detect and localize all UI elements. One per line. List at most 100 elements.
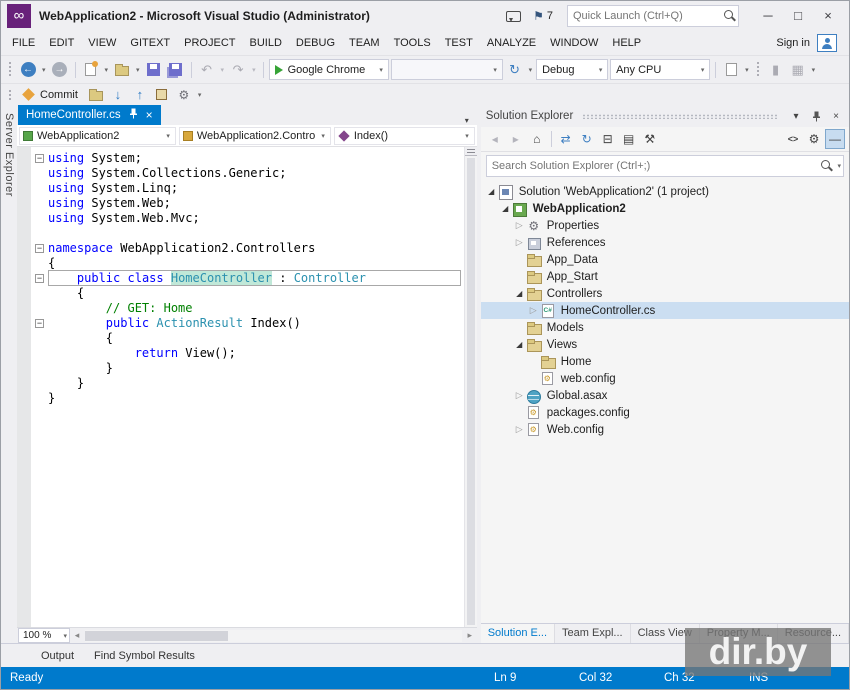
undo-caret[interactable]: ▾ [219,66,227,74]
configuration-select[interactable]: Debug ▾ [536,59,608,80]
browse-repository-button[interactable] [86,85,106,105]
search-icon[interactable] [817,157,835,175]
undo-button[interactable]: ↶ [197,60,217,80]
panel-tab-solution-e[interactable]: Solution E... [481,624,555,643]
close-tab-icon[interactable]: × [146,109,153,121]
code-line-6[interactable] [31,226,464,241]
navigate-back-button[interactable]: ← [18,60,38,80]
navigate-back-caret[interactable]: ▾ [40,66,48,74]
quick-launch-input[interactable] [568,10,720,22]
start-debug-button[interactable]: Google Chrome ▾ [269,59,389,80]
properties-icon[interactable]: ⚒ [640,129,660,149]
collapse-icon[interactable]: ◢ [513,289,526,298]
menu-view[interactable]: VIEW [81,33,123,53]
tree-item-global-asax[interactable]: ▷Global.asax [481,387,849,404]
redo-caret[interactable]: ▾ [250,66,258,74]
menu-file[interactable]: FILE [5,33,42,53]
toolbar-grip[interactable] [756,61,761,78]
code-line-15[interactable]: } [31,361,464,376]
code-line-3[interactable]: using System.Linq; [31,181,464,196]
menu-debug[interactable]: DEBUG [289,33,342,53]
expand-icon[interactable]: ▷ [513,220,526,231]
tree-item-app-start[interactable]: App_Start [481,268,849,285]
collapse-region-icon[interactable]: − [35,244,44,253]
menu-help[interactable]: HELP [605,33,648,53]
window-position-caret[interactable]: ▾ [788,108,804,124]
wrench-icon[interactable]: ⚙ [804,129,824,149]
sync-with-active-document-icon[interactable]: ⇄ [556,129,576,149]
git-settings-button[interactable]: ⚙ [174,85,194,105]
menu-team[interactable]: TEAM [342,33,387,53]
minimize-button[interactable]: ─ [755,5,781,27]
tree-item-app-data[interactable]: App_Data [481,251,849,268]
breakpoint-margin[interactable] [17,147,31,627]
vertical-scrollbar-thumb[interactable] [467,158,475,625]
preview-selected-items-icon[interactable]: — [825,129,845,149]
save-all-button[interactable] [166,60,186,80]
tree-item-controllers[interactable]: ◢Controllers [481,285,849,302]
new-file-button[interactable] [81,60,101,80]
open-file-button[interactable] [112,60,132,80]
tree-item-references[interactable]: ▷References [481,234,849,251]
class-dropdown[interactable]: WebApplication2.Controllers ▾ [179,127,331,145]
tree-item-properties[interactable]: ▷⚙Properties [481,217,849,234]
menu-edit[interactable]: EDIT [42,33,81,53]
tree-item-packages-config[interactable]: ⚙packages.config [481,404,849,421]
collapse-icon[interactable]: ◢ [499,204,512,213]
code-line-9[interactable]: − public class HomeController : Controll… [31,271,464,286]
code-line-13[interactable]: { [31,331,464,346]
code-line-4[interactable]: using System.Web; [31,196,464,211]
code-line-16[interactable]: } [31,376,464,391]
code-line-7[interactable]: −namespace WebApplication2.Controllers [31,241,464,256]
collapse-icon[interactable]: ◢ [485,187,498,196]
browser-link-caret[interactable]: ▾ [527,66,535,74]
code-line-11[interactable]: // GET: Home [31,301,464,316]
code-line-8[interactable]: { [31,256,464,271]
find-in-files-button[interactable] [721,60,741,80]
scroll-right-arrow[interactable]: ▸ [463,630,477,641]
platform-select[interactable]: Any CPU ▾ [610,59,710,80]
push-button[interactable]: ↑ [130,85,150,105]
expand-icon[interactable]: ▷ [527,305,540,316]
solution-tree[interactable]: ◢Solution 'WebApplication2' (1 project)◢… [481,180,849,623]
toolbar-grip[interactable] [8,61,13,78]
menu-build[interactable]: BUILD [243,33,289,53]
search-input[interactable] [487,160,818,172]
expand-icon[interactable]: ▷ [513,237,526,248]
code-line-12[interactable]: − public ActionResult Index() [31,316,464,331]
git-toolbar-overflow-caret[interactable]: ▾ [196,91,204,99]
search-icon[interactable] [720,7,738,25]
back-icon[interactable]: ◂ [485,129,505,149]
pin-icon[interactable] [808,108,824,124]
collapse-region-icon[interactable]: − [35,319,44,328]
solution-explorer-titlebar[interactable]: Solution Explorer ▾ × [481,105,849,127]
collapse-icon[interactable]: ◢ [513,340,526,349]
menu-tools[interactable]: TOOLS [387,33,438,53]
panel-drag-grip[interactable] [582,114,779,119]
bottom-tab-output[interactable]: Output [33,647,82,665]
browser-link-refresh-button[interactable]: ↻ [505,60,525,80]
tree-item-views[interactable]: ◢Views [481,336,849,353]
code-line-1[interactable]: −using System; [31,151,464,166]
document-list-caret[interactable]: ▾ [463,116,471,125]
tree-item-homecontroller-cs[interactable]: ▷C#HomeController.cs [481,302,849,319]
tree-item-solution-webapplication2-1-project[interactable]: ◢Solution 'WebApplication2' (1 project) [481,183,849,200]
toolbar-grip[interactable] [8,89,13,100]
collapse-region-icon[interactable]: − [35,274,44,283]
menu-window[interactable]: WINDOW [543,33,605,53]
secondary-combo[interactable]: ▾ [391,59,503,80]
menu-test[interactable]: TEST [438,33,480,53]
expand-icon[interactable]: ▷ [513,424,526,435]
notifications-flag[interactable]: ⚑ 7 [533,9,553,23]
tab-homecontroller-cs[interactable]: HomeController.cs × [18,105,161,125]
pull-button[interactable]: ↓ [108,85,128,105]
menu-project[interactable]: PROJECT [177,33,242,53]
code-text-area[interactable]: −using System;using System.Collections.G… [31,147,464,627]
home-icon[interactable]: ⌂ [527,129,547,149]
code-line-10[interactable]: { [31,286,464,301]
tree-item-home[interactable]: Home [481,353,849,370]
vertical-scrollbar[interactable] [464,147,477,627]
user-icon[interactable] [817,34,837,52]
tree-item-web-config[interactable]: ▷⚙Web.config [481,421,849,438]
stash-button[interactable] [152,85,172,105]
